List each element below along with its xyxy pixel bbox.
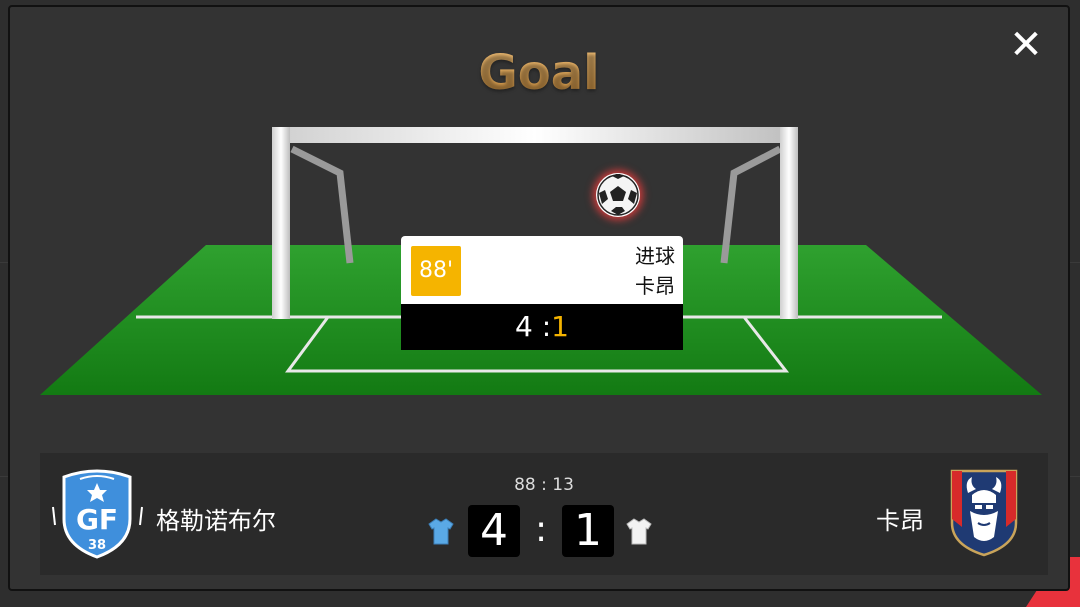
event-minute-badge: 88' xyxy=(411,246,461,296)
event-score-away: 1 xyxy=(551,310,569,343)
home-score: 4 xyxy=(468,505,520,557)
score-separator: : xyxy=(535,509,548,550)
event-score-separator: : xyxy=(532,310,552,343)
scoreboard: GF 38 格勒诺布尔 88 : 13 4 : 1 卡昂 xyxy=(40,453,1048,575)
goal-post-left xyxy=(272,127,290,319)
goal-event-card: 88' 进球 卡昂 4 :1 xyxy=(401,236,683,350)
goal-post-right xyxy=(780,127,798,319)
event-score-home: 4 xyxy=(515,310,533,343)
event-type: 进球 xyxy=(635,244,675,268)
goal-crossbar xyxy=(272,127,798,143)
event-team: 卡昂 xyxy=(635,274,675,298)
away-kit-icon xyxy=(626,518,652,545)
away-score: 1 xyxy=(562,505,614,557)
football-icon xyxy=(596,173,640,217)
crest-number: 38 xyxy=(88,538,106,553)
home-team-name: 格勒诺布尔 xyxy=(156,507,276,535)
home-kit-icon xyxy=(428,518,454,545)
crest-letters: GF xyxy=(76,503,118,536)
match-clock: 88 : 13 xyxy=(514,475,574,495)
caen-crest-logo xyxy=(950,469,1018,557)
event-details: 88' 进球 卡昂 xyxy=(401,236,683,304)
away-team-name: 卡昂 xyxy=(876,507,924,535)
event-score: 4 :1 xyxy=(401,304,683,350)
pitch-illustration xyxy=(40,127,1042,395)
goal-modal: ✕ Goal xyxy=(8,5,1070,591)
